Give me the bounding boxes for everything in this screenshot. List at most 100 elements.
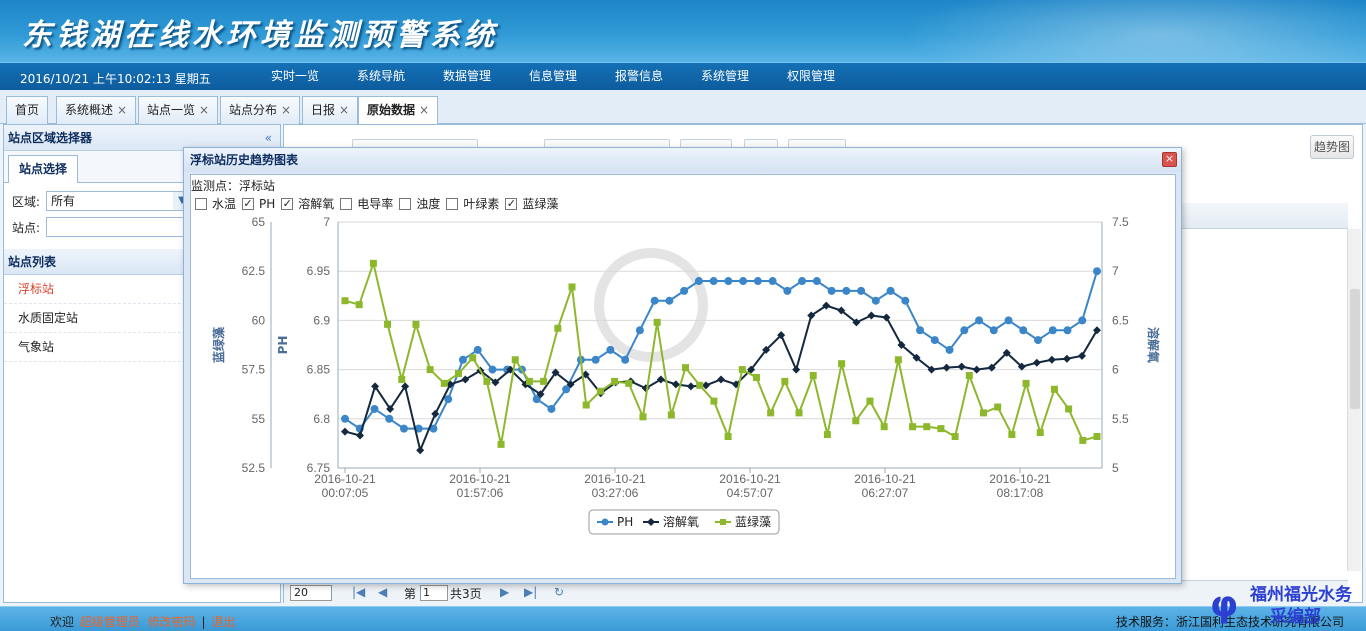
data-point[interactable] (916, 326, 925, 335)
data-point[interactable] (1093, 433, 1101, 441)
data-point[interactable] (871, 296, 880, 305)
next-page-icon[interactable]: ▶ (500, 585, 509, 599)
data-point[interactable] (696, 381, 704, 389)
data-point[interactable] (989, 326, 998, 335)
data-point[interactable] (680, 286, 689, 295)
data-point[interactable] (621, 355, 630, 364)
data-point[interactable] (639, 413, 647, 421)
data-point[interactable] (1065, 405, 1073, 413)
data-point[interactable] (355, 301, 363, 309)
data-point[interactable] (753, 277, 762, 286)
data-point[interactable] (867, 311, 876, 320)
data-point[interactable] (979, 409, 987, 417)
data-point[interactable] (525, 377, 533, 385)
data-point[interactable] (625, 379, 633, 387)
data-point[interactable] (1036, 429, 1044, 437)
tab-item[interactable]: 首页 (6, 96, 49, 124)
data-point[interactable] (812, 277, 821, 286)
data-point[interactable] (798, 277, 807, 286)
last-page-icon[interactable]: ▶| (524, 585, 537, 599)
data-point[interactable] (650, 296, 659, 305)
data-point[interactable] (540, 377, 548, 385)
data-point[interactable] (768, 277, 777, 286)
data-point[interactable] (886, 286, 895, 295)
tab-item[interactable]: 原始数据 × (358, 96, 439, 125)
data-point[interactable] (483, 377, 491, 385)
data-point[interactable] (1019, 326, 1028, 335)
data-point[interactable] (880, 423, 888, 431)
data-point[interactable] (838, 360, 846, 368)
data-point[interactable] (739, 277, 748, 286)
first-page-icon[interactable]: |◀ (352, 585, 365, 599)
data-point[interactable] (440, 379, 448, 387)
data-point[interactable] (724, 277, 733, 286)
data-point[interactable] (547, 404, 556, 413)
data-point[interactable] (665, 296, 674, 305)
data-point[interactable] (369, 259, 377, 267)
data-point[interactable] (469, 354, 477, 362)
data-point[interactable] (455, 370, 463, 378)
data-point[interactable] (1034, 336, 1043, 345)
close-icon[interactable]: × (1162, 152, 1177, 167)
close-icon[interactable]: × (117, 103, 127, 117)
data-point[interactable] (909, 423, 917, 431)
tab-item[interactable]: 系统概述 × (56, 96, 137, 124)
tab-site-select[interactable]: 站点选择 (8, 155, 78, 183)
data-point[interactable] (416, 446, 425, 455)
data-point[interactable] (823, 431, 831, 439)
prev-page-icon[interactable]: ◀ (378, 585, 387, 599)
data-point[interactable] (426, 366, 434, 374)
page-number-input[interactable]: 1 (420, 585, 448, 601)
trend-chart-button[interactable]: 趋势图 (1310, 135, 1354, 159)
page-size-select[interactable]: 20 (290, 585, 332, 601)
data-point[interactable] (356, 431, 365, 440)
data-point[interactable] (901, 296, 910, 305)
data-point[interactable] (965, 372, 973, 380)
data-point[interactable] (795, 409, 803, 417)
data-point[interactable] (497, 440, 505, 448)
data-point[interactable] (511, 356, 519, 364)
menu-item[interactable]: 信息管理 (510, 63, 596, 90)
data-point[interactable] (635, 326, 644, 335)
data-point[interactable] (930, 336, 939, 345)
tab-item[interactable]: 站点分布 × (220, 96, 301, 124)
data-point[interactable] (370, 404, 379, 413)
data-point[interactable] (1008, 431, 1016, 439)
tab-item[interactable]: 站点一览 × (138, 96, 219, 124)
refresh-icon[interactable]: ↻ (554, 585, 564, 599)
data-point[interactable] (960, 326, 969, 335)
data-point[interactable] (667, 411, 675, 419)
data-point[interactable] (385, 414, 394, 423)
data-point[interactable] (894, 356, 902, 364)
region-select[interactable]: 所有 ▼ (46, 191, 192, 211)
data-point[interactable] (781, 377, 789, 385)
data-point[interactable] (412, 320, 420, 328)
menu-item[interactable]: 报警信息 (596, 63, 682, 90)
data-point[interactable] (1079, 436, 1087, 444)
data-point[interactable] (1062, 354, 1071, 363)
data-point[interactable] (444, 395, 453, 404)
data-point[interactable] (399, 424, 408, 433)
user-link[interactable]: 超级管理员 (80, 615, 140, 629)
data-point[interactable] (852, 417, 860, 425)
data-point[interactable] (710, 397, 718, 405)
data-point[interactable] (1047, 355, 1056, 364)
data-point[interactable] (1032, 358, 1041, 367)
tab-item[interactable]: 日报 × (302, 96, 359, 124)
vertical-scrollbar[interactable] (1347, 229, 1361, 571)
data-point[interactable] (923, 423, 931, 431)
data-point[interactable] (972, 365, 981, 374)
data-point[interactable] (767, 409, 775, 417)
data-point[interactable] (709, 277, 718, 286)
data-point[interactable] (488, 365, 497, 374)
data-point[interactable] (942, 363, 951, 372)
data-point[interactable] (473, 345, 482, 354)
data-point[interactable] (568, 283, 576, 291)
data-point[interactable] (611, 377, 619, 385)
data-point[interactable] (591, 355, 600, 364)
data-point[interactable] (866, 397, 874, 405)
close-icon[interactable]: × (339, 103, 349, 117)
data-point[interactable] (341, 427, 349, 436)
data-point[interactable] (554, 324, 562, 332)
legend-label[interactable]: 蓝绿藻 (735, 514, 771, 529)
